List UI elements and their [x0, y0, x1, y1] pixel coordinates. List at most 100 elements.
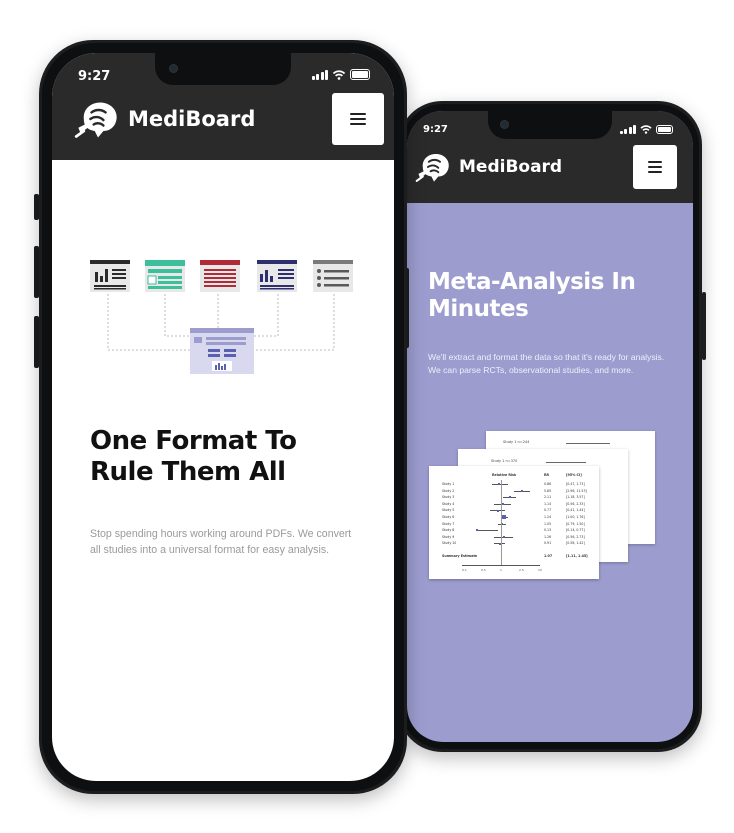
- forest-axis-tick: 10: [538, 568, 542, 572]
- front-hero-title: One Format To Rule Them All: [90, 426, 297, 487]
- summary-label: Summary Estimate: [442, 554, 478, 558]
- forest-row-label: Study 5: [442, 508, 455, 513]
- forest-row-label: Study 9: [442, 534, 455, 539]
- forest-row-rr: 2.11: [544, 495, 552, 500]
- forest-plot-col-relative-risk: Relative Risk: [492, 473, 517, 477]
- forest-row-label: Study 8: [442, 528, 455, 533]
- forest-row-rr: 1.24: [544, 515, 552, 519]
- front-brand[interactable]: MediBoard: [74, 97, 255, 141]
- back-hero-text: We'll extract and format the data so tha…: [428, 352, 665, 376]
- forest-row-ci: [0.56, 2.73]: [566, 534, 585, 539]
- back-brand[interactable]: MediBoard: [415, 149, 562, 185]
- forest-plot-study-label-2: Study 1 n=370: [491, 459, 518, 463]
- forest-plot-row: Study 8 0.13 [0.14, 0.77]: [442, 528, 597, 534]
- forest-row-ci: [2.96, 11.53]: [566, 488, 587, 493]
- forest-ci-line: [477, 530, 498, 531]
- summary-rr: 1.07: [544, 554, 553, 558]
- forest-plot-row: Study 4 1.14 [0.56, 2.33]: [442, 502, 597, 508]
- forest-row-label: Study 4: [442, 501, 455, 506]
- forest-row-ci: [0.79, 1.50]: [566, 521, 585, 526]
- front-phone-screen: 9:27 MediBoard One Format To Rule Them A…: [52, 53, 394, 781]
- navy-chart-doc-icon: [257, 260, 297, 292]
- forest-point: [501, 515, 506, 520]
- forest-row-rr: 0.13: [544, 528, 552, 533]
- forest-row-rr: 1.05: [544, 521, 552, 526]
- forest-row-rr: 0.86: [544, 482, 552, 486]
- camera-icon: [500, 120, 509, 129]
- front-phone-frame: 9:27 MediBoard One Format To Rule Them A…: [39, 40, 407, 794]
- forest-axis-tick: 1: [500, 568, 502, 572]
- forest-plot-study-label: Study 1 n=244: [503, 440, 530, 444]
- wifi-icon: [332, 70, 346, 80]
- forest-point: [476, 529, 478, 532]
- forest-plot-null-line: [501, 480, 502, 565]
- forest-point: [521, 489, 524, 492]
- signal-icon: [619, 125, 636, 134]
- forest-plot-card-front: Relative Risk RR [95% CI] Study 1 0.86 [0.…: [429, 466, 599, 579]
- front-system-icons: [311, 69, 370, 80]
- forest-plot-row: Study 7 1.05 [0.79, 1.50]: [442, 522, 597, 528]
- forest-plot-col-ci: [95% CI]: [566, 473, 582, 477]
- forest-row-label: Study 1: [442, 482, 455, 486]
- forest-row-label: Study 7: [442, 521, 455, 526]
- forest-axis-tick: 2.5: [519, 568, 524, 572]
- forest-point: [502, 536, 505, 539]
- back-hero-title: Meta-Analysis In Minutes: [428, 269, 636, 323]
- forest-row-ci: [1.18, 3.57]: [566, 495, 585, 500]
- forest-axis-tick: 0.5: [481, 568, 486, 572]
- forest-row-ci: [0.58, 1.42]: [566, 541, 585, 546]
- back-phone-screen: 9:27 MediBoard Meta-Analysis In Minutes …: [407, 111, 693, 742]
- forest-row-ci: [0.14, 0.77]: [566, 528, 585, 533]
- forest-point: [498, 483, 501, 486]
- brain-logo-icon: [74, 102, 117, 138]
- wifi-icon: [640, 125, 652, 134]
- forest-plot-row: Study 9 1.26 [0.56, 2.73]: [442, 535, 597, 541]
- camera-icon: [169, 64, 178, 73]
- back-status-time: 9:27: [423, 124, 448, 135]
- forest-row-rr: 1.14: [544, 501, 552, 506]
- forest-plot-row: Study 5 0.77 [0.41, 1.44]: [442, 508, 597, 514]
- forest-row-label: Study 10: [442, 541, 457, 546]
- hamburger-icon: [350, 110, 366, 128]
- combined-format-icon: [190, 328, 254, 374]
- front-notch: [155, 53, 291, 85]
- front-menu-button[interactable]: [332, 93, 384, 145]
- red-text-doc-icon: [200, 260, 240, 292]
- forest-row-ci: [0.47, 1.73]: [566, 482, 585, 486]
- back-menu-button[interactable]: [633, 145, 677, 189]
- front-hero-text: Stop spending hours working around PDFs.…: [90, 528, 352, 557]
- back-system-icons: [619, 125, 673, 134]
- forest-row-rr: 5.85: [544, 488, 552, 493]
- forest-plot-row: Study 2 5.85 [2.96, 11.53]: [442, 489, 597, 495]
- forest-row-ci: [1.00, 1.76]: [566, 515, 585, 519]
- forest-axis-tick: 0.1: [462, 568, 467, 572]
- forest-row-ci: [0.56, 2.33]: [566, 501, 585, 506]
- forest-row-label: Study 2: [442, 488, 455, 493]
- list-doc-icon: [313, 260, 353, 292]
- forest-plot-row: Study 3 2.11 [1.18, 3.57]: [442, 495, 597, 501]
- forest-row-label: Study 3: [442, 495, 455, 500]
- forest-point: [496, 509, 499, 512]
- back-brand-name: MediBoard: [459, 157, 563, 177]
- summary-ci: [1.11, 1.45]: [566, 554, 588, 558]
- signal-icon: [311, 70, 328, 80]
- forest-plot-row: Study 10 0.91 [0.58, 1.42]: [442, 541, 597, 547]
- forest-plot-col-rr: RR: [544, 473, 550, 477]
- forest-point: [508, 496, 511, 499]
- forest-plot-row: Study 1 0.86 [0.47, 1.73]: [442, 482, 597, 488]
- battery-icon: [350, 69, 370, 80]
- back-power-button: [702, 292, 706, 360]
- front-brand-name: MediBoard: [128, 107, 256, 131]
- forest-row-rr: 0.77: [544, 508, 552, 513]
- forest-plot-axis: [462, 565, 540, 566]
- back-notch: [488, 111, 612, 139]
- forest-row-rr: 0.91: [544, 541, 552, 546]
- battery-icon: [656, 125, 673, 134]
- forest-plot-row: Study 6 1.24 [1.00, 1.76]: [442, 515, 597, 521]
- format-illustration: [90, 260, 353, 374]
- brain-logo-icon: [415, 153, 449, 182]
- forest-row-rr: 1.26: [544, 534, 552, 539]
- forest-row-ci: [0.41, 1.44]: [566, 508, 585, 513]
- teal-table-doc-icon: [145, 260, 185, 292]
- forest-row-label: Study 6: [442, 515, 455, 519]
